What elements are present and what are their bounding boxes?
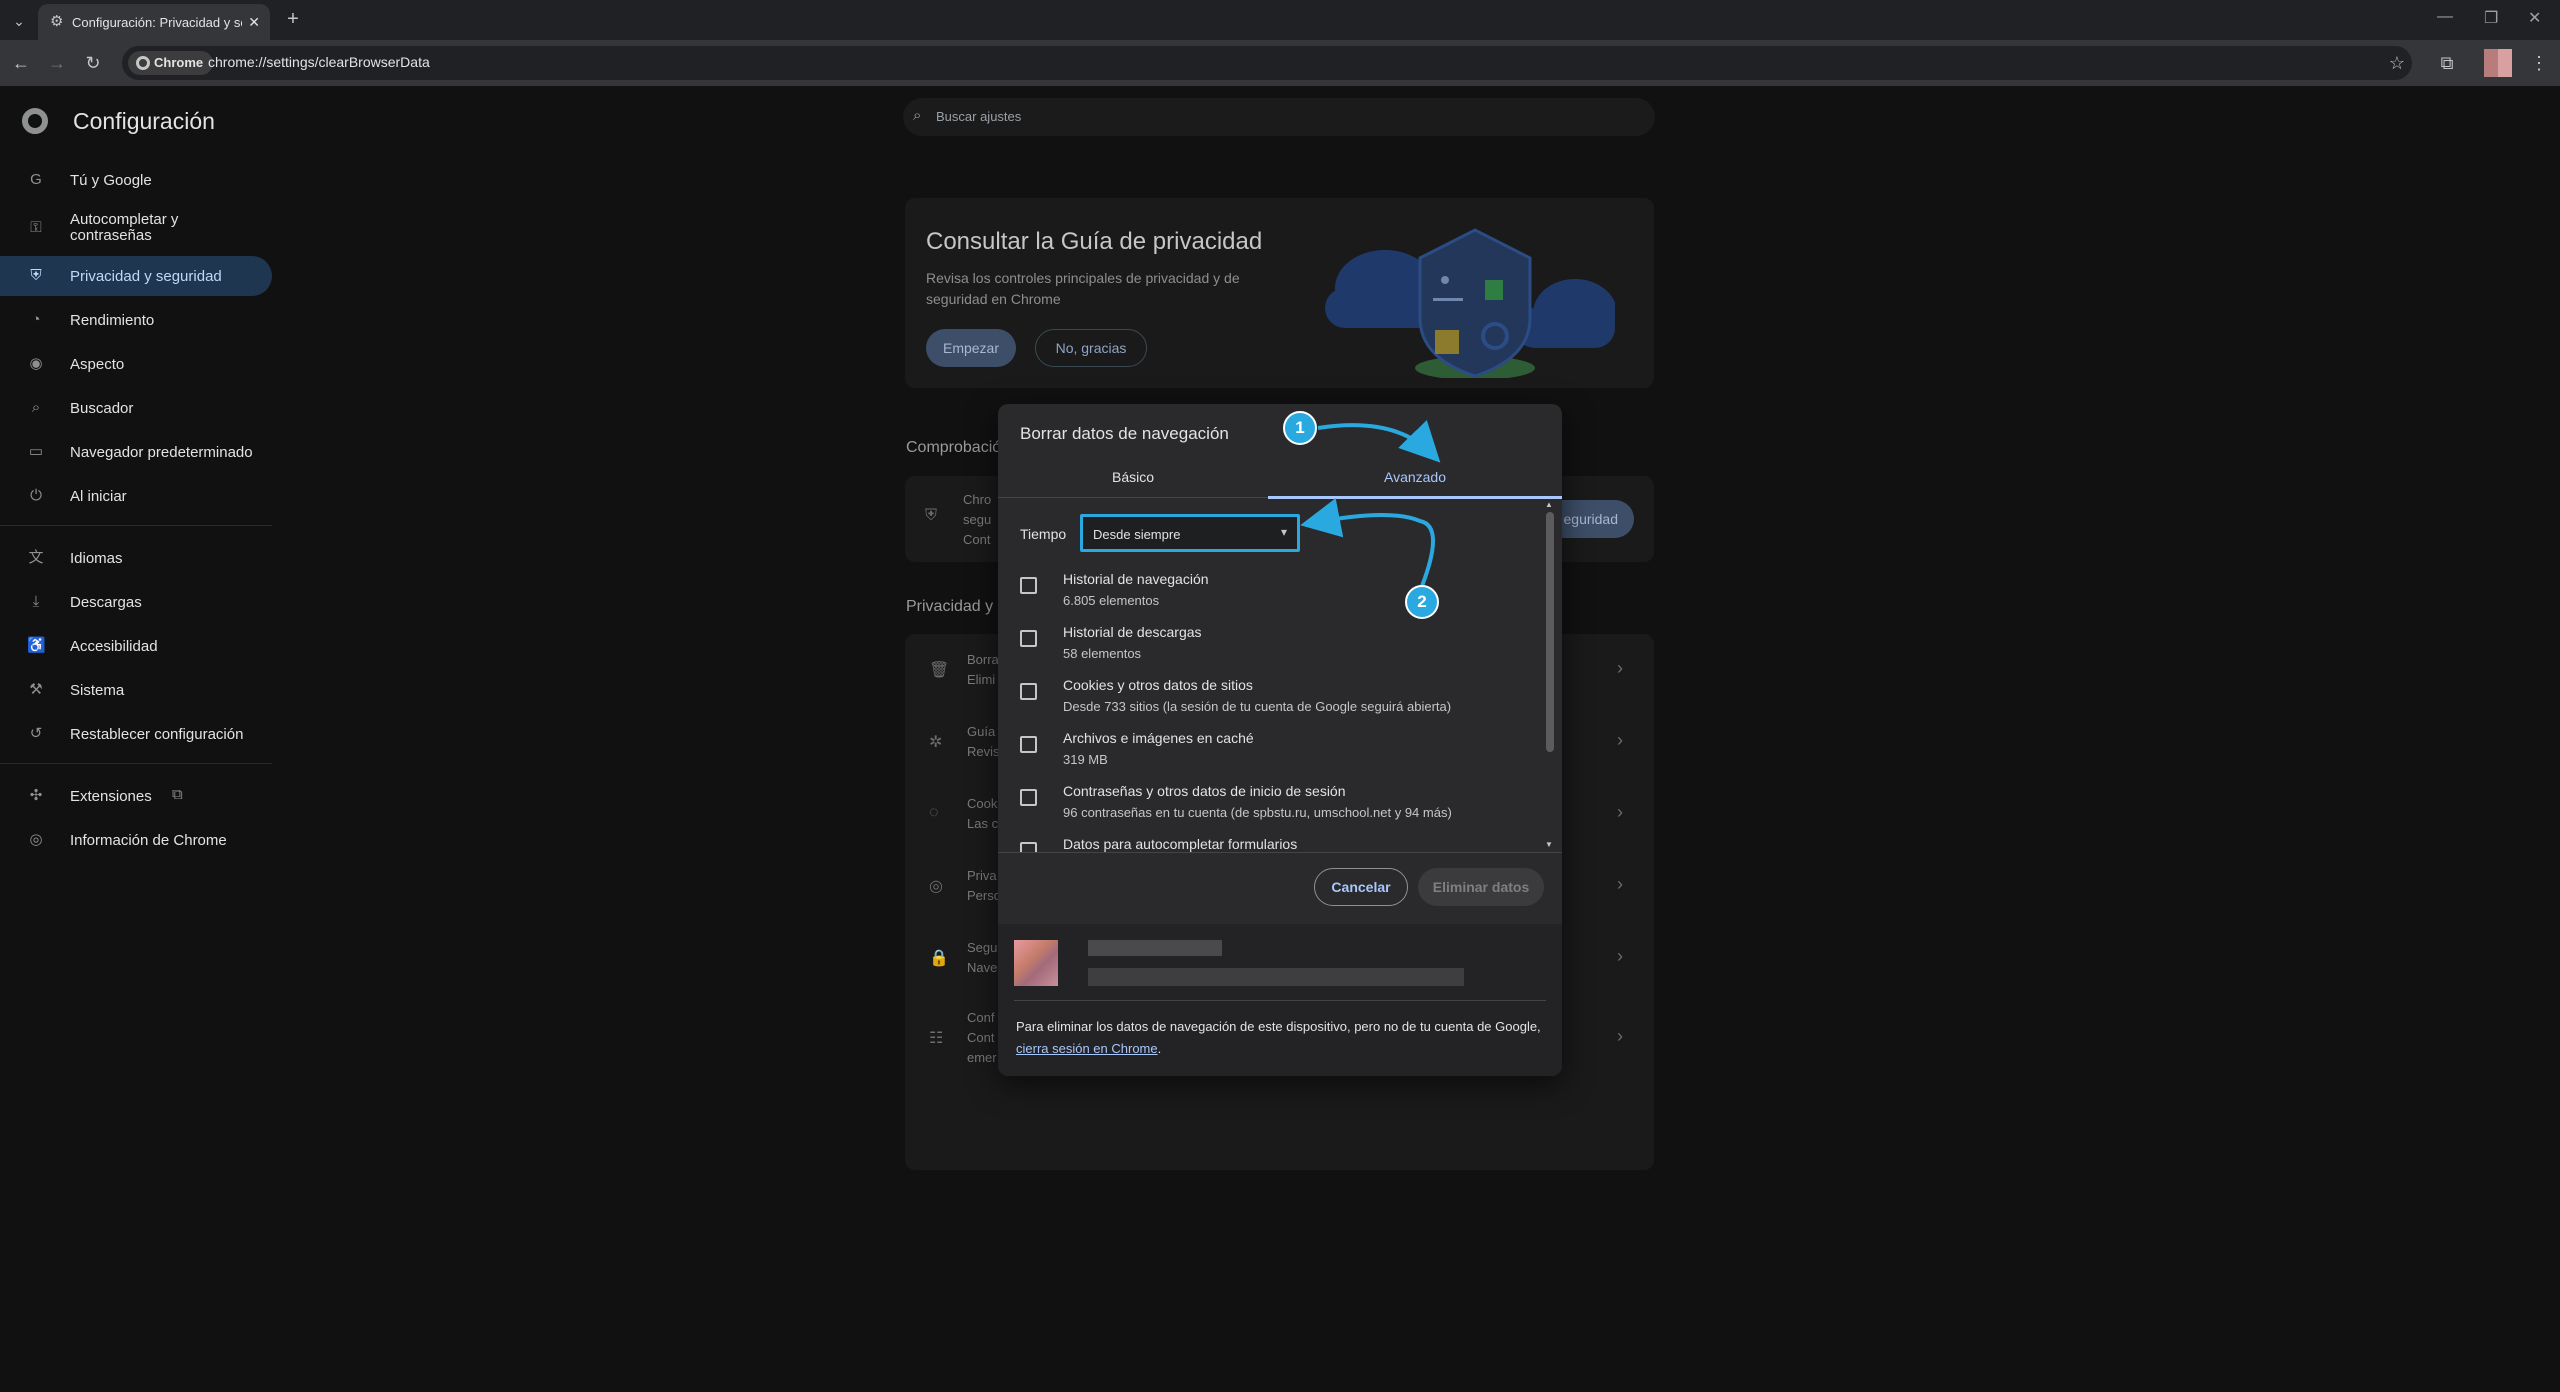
tab-search-icon[interactable]: ⌄ (8, 10, 30, 32)
address-bar[interactable]: Chrome chrome://settings/clearBrowserDat… (122, 46, 2412, 80)
window-close-icon[interactable]: ✕ (2528, 8, 2541, 28)
back-icon[interactable]: ← (10, 52, 32, 74)
menu-icon[interactable]: ⋮ (2528, 52, 2550, 74)
forward-icon[interactable]: → (46, 52, 68, 74)
star-icon[interactable]: ☆ (2386, 52, 2408, 74)
minimize-icon[interactable]: — (2437, 8, 2453, 26)
tab-title: Configuración: Privacidad y seg (72, 15, 242, 30)
settings-page: Configuración ⌕ Buscar ajustes G Tú y Goo… (0, 86, 2560, 1392)
chrome-icon (136, 56, 150, 70)
url-chip[interactable]: Chrome (128, 51, 214, 75)
restore-icon[interactable]: ❐ (2484, 8, 2498, 28)
close-tab-icon[interactable]: ✕ (248, 14, 260, 30)
url-chip-label: Chrome (154, 55, 204, 70)
tab-strip: ⌄ ⚙ Configuración: Privacidad y seg ✕ + … (0, 0, 2560, 40)
step-badge-2: 2 (1405, 585, 1439, 619)
settings-gear-icon: ⚙ (50, 13, 64, 30)
avatar[interactable] (2484, 49, 2512, 77)
tab-settings[interactable]: ⚙ Configuración: Privacidad y seg ✕ (38, 4, 270, 40)
reload-icon[interactable]: ↻ (82, 52, 104, 74)
toolbar: ← → ↻ Chrome chrome://settings/clearBrow… (0, 40, 2560, 86)
step-badge-1: 1 (1283, 411, 1317, 445)
arrow-to-advanced-tab (1317, 419, 1441, 463)
arrow-to-time-select (1300, 498, 1435, 587)
new-tab-icon[interactable]: + (282, 9, 304, 31)
url-text[interactable]: chrome://settings/clearBrowserData (208, 54, 430, 70)
annotation-arrows (1300, 419, 1441, 587)
extensions-icon[interactable]: ⧉ (2436, 52, 2458, 74)
